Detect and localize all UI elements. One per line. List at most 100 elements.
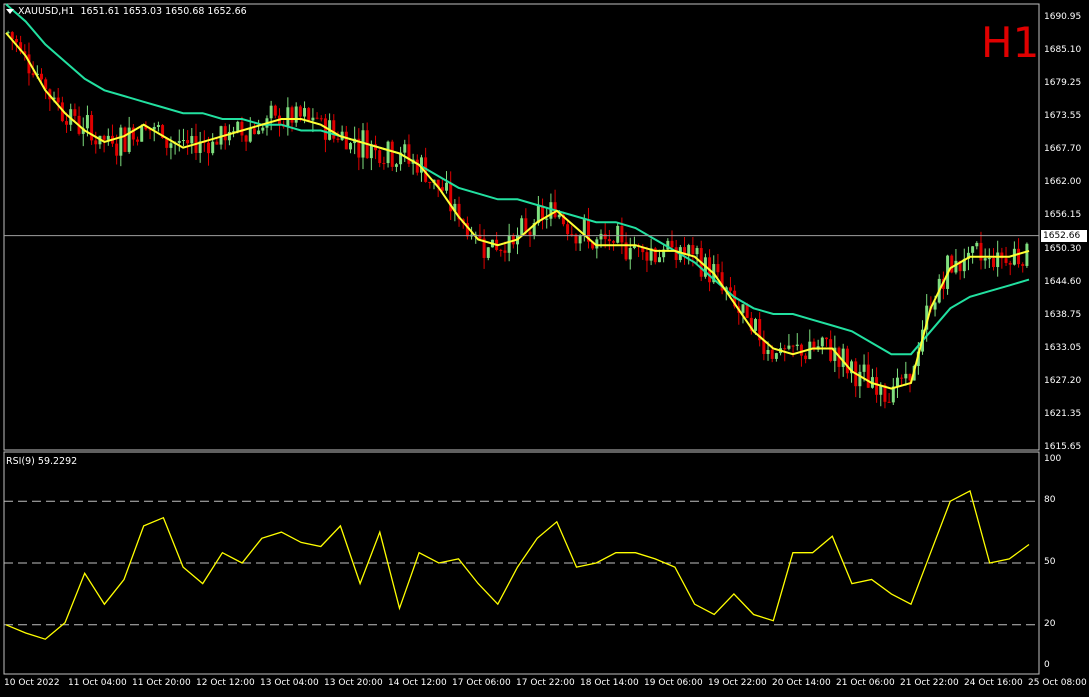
current-price-tag: 1652.66 <box>1041 230 1087 242</box>
candle-body <box>528 231 532 236</box>
candle-body <box>971 246 975 253</box>
candle-body <box>549 202 553 219</box>
candle-body <box>520 218 524 235</box>
candle-body <box>545 218 549 220</box>
candle-body <box>298 106 302 117</box>
candle-body <box>207 142 210 154</box>
candle-body <box>136 139 140 142</box>
time-axis-label: 17 Oct 22:00 <box>516 678 575 688</box>
candle-body <box>695 248 699 255</box>
candle-body <box>415 159 419 173</box>
candle-body <box>866 364 870 388</box>
moving-average-slow <box>5 3 1030 356</box>
candle-body <box>186 140 190 144</box>
candle-body <box>311 117 315 121</box>
candle-body <box>1017 248 1021 265</box>
candle-body <box>983 258 987 261</box>
time-axis-label: 20 Oct 14:00 <box>772 678 831 688</box>
timeframe-label: H1 <box>981 18 1040 67</box>
candle-body <box>783 348 787 350</box>
candle-body <box>845 348 849 374</box>
candle-body <box>570 234 574 236</box>
candle-body <box>904 373 908 379</box>
candle-body <box>728 287 732 291</box>
candle-body <box>992 258 995 268</box>
candle-body <box>1021 264 1025 266</box>
candle-body <box>486 247 490 258</box>
candle-body <box>119 127 123 156</box>
candle-body <box>115 143 119 156</box>
candle-body <box>620 225 624 243</box>
time-axis-label: 12 Oct 12:00 <box>196 678 255 688</box>
candle-body <box>799 344 803 356</box>
candle-body <box>670 240 674 248</box>
candle-body <box>303 108 307 117</box>
candle-body <box>223 126 227 141</box>
candle-body <box>240 121 244 136</box>
candle-body <box>394 164 398 167</box>
time-axis-label: 18 Oct 14:00 <box>580 678 639 688</box>
candle-body <box>40 73 43 80</box>
candle-body <box>140 126 144 142</box>
time-axis-label: 10 Oct 2022 <box>4 678 60 688</box>
price-axis-label: 1644.60 <box>1044 276 1082 287</box>
candle-body <box>294 106 298 123</box>
candle-body <box>127 127 131 152</box>
time-axis-label: 11 Oct 20:00 <box>132 678 191 688</box>
dropdown-triangle-icon[interactable] <box>6 9 14 14</box>
price-chart[interactable] <box>0 0 1089 697</box>
candle-body <box>507 234 511 253</box>
candle-body <box>616 225 620 243</box>
candle-body <box>975 242 979 247</box>
price-axis-label: 1662.00 <box>1044 177 1082 188</box>
candle-body <box>252 128 256 135</box>
candle-body <box>691 245 695 255</box>
price-axis-label: 1615.65 <box>1044 442 1082 452</box>
price-axis-label: 1638.75 <box>1044 309 1082 320</box>
candle-body <box>820 337 824 347</box>
candle-body <box>745 304 749 318</box>
candle-body <box>950 255 954 273</box>
candle-body <box>607 239 611 242</box>
candle-body <box>269 105 273 119</box>
candle-body <box>215 141 219 145</box>
candle-body <box>887 401 891 403</box>
candle-body <box>770 349 774 359</box>
time-axis-label: 19 Oct 06:00 <box>644 678 703 688</box>
candle-body <box>273 105 277 116</box>
price-axis-label: 1627.20 <box>1044 375 1082 386</box>
candle-body <box>987 258 991 260</box>
candle-body <box>407 144 411 164</box>
candle-body <box>236 121 240 132</box>
candle-body <box>766 349 770 354</box>
candle-body <box>378 150 382 164</box>
time-axis-label: 21 Oct 06:00 <box>836 678 895 688</box>
candle-body <box>795 344 799 346</box>
candle-body <box>716 264 720 273</box>
candle-body <box>754 319 757 331</box>
rsi-axis-label: 20 <box>1044 618 1056 629</box>
candle-body <box>156 125 160 127</box>
price-axis-label: 1685.10 <box>1044 45 1082 56</box>
candle-body <box>1004 258 1008 263</box>
rsi-axis-label: 100 <box>1044 454 1062 464</box>
candle-body <box>90 115 94 141</box>
candle-body <box>787 345 791 349</box>
candle-body <box>382 163 386 165</box>
candle-body <box>244 135 248 142</box>
chart-header[interactable]: XAUUSD,H1 1651.61 1653.03 1650.68 1652.6… <box>6 6 247 17</box>
price-axis-label: 1690.95 <box>1044 12 1082 22</box>
candle-body <box>674 247 678 260</box>
candle-body <box>825 337 828 340</box>
candle-body <box>858 371 862 387</box>
time-axis-label: 14 Oct 12:00 <box>388 678 447 688</box>
candle-body <box>169 143 173 148</box>
candle-body <box>445 182 449 191</box>
candle-body <box>123 127 127 152</box>
candle-body <box>31 73 35 76</box>
candle-body <box>403 144 407 153</box>
symbol-timeframe: XAUUSD,H1 <box>18 6 75 17</box>
candle-body <box>499 249 503 251</box>
time-axis-label: 19 Oct 22:00 <box>708 678 767 688</box>
candle-body <box>65 121 69 125</box>
